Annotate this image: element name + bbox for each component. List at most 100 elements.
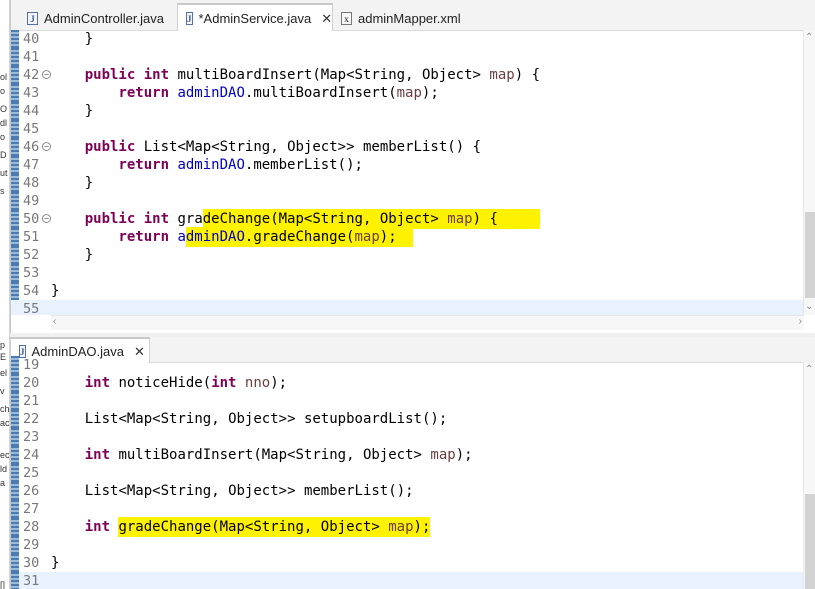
tab-label: *AdminService.java bbox=[198, 10, 312, 26]
line-number: 19 bbox=[23, 357, 40, 373]
left-strip-fragment: ch bbox=[0, 404, 10, 414]
code-text: public int gradeChange(Map<String, Objec… bbox=[84, 211, 498, 227]
code-line[interactable]: 20 int noticeHide(int nno); bbox=[11, 374, 804, 392]
close-icon[interactable]: ✕ bbox=[321, 12, 332, 25]
code-line[interactable]: 48 } bbox=[11, 174, 804, 192]
line-number: 41 bbox=[23, 49, 40, 65]
code-line[interactable]: 42− public int multiBoardInsert(Map<Stri… bbox=[11, 66, 804, 84]
line-number: 30 bbox=[23, 555, 40, 571]
line-number: 45 bbox=[23, 121, 40, 137]
code-text: public int multiBoardInsert(Map<String, … bbox=[84, 67, 541, 83]
vertical-scrollbar[interactable]: ⌃ ⌄ bbox=[803, 30, 815, 315]
code-text: int multiBoardInsert(Map<String, Object>… bbox=[84, 447, 473, 463]
left-strip-fragment: D bbox=[0, 150, 7, 160]
code-line[interactable]: 55 bbox=[11, 300, 804, 315]
line-number: 44 bbox=[23, 103, 40, 119]
line-number: 21 bbox=[23, 393, 40, 409]
left-strip-fragment: a bbox=[0, 478, 6, 488]
vertical-scrollbar[interactable]: ⌃ bbox=[803, 362, 815, 589]
line-number: 27 bbox=[23, 501, 40, 517]
code-line[interactable]: 53 bbox=[11, 264, 804, 282]
code-line[interactable]: 40 } bbox=[11, 30, 804, 48]
tab-admin-service[interactable]: J *AdminService.java ✕ bbox=[177, 3, 333, 31]
scrollbar-thumb[interactable] bbox=[805, 212, 815, 298]
code-line[interactable]: 52 } bbox=[11, 246, 804, 264]
code-line[interactable]: 54} bbox=[11, 282, 804, 300]
xml-file-icon: x bbox=[341, 11, 352, 25]
line-number: 51 bbox=[23, 229, 40, 245]
code-line[interactable]: 30} bbox=[11, 554, 804, 572]
code-line[interactable]: 19 bbox=[11, 356, 804, 374]
editor-top: J AdminController.java J *AdminService.j… bbox=[10, 0, 815, 333]
code-text: } bbox=[84, 31, 94, 47]
left-strip-fragment: ol bbox=[0, 72, 8, 82]
left-strip-fragment: el bbox=[0, 368, 8, 378]
horizontal-scrollbar[interactable]: ‹ › bbox=[51, 315, 804, 330]
java-file-icon: J bbox=[27, 11, 38, 25]
line-number: 26 bbox=[23, 483, 40, 499]
fold-toggle-icon[interactable]: − bbox=[42, 214, 51, 223]
code-text: List<Map<String, Object>> memberList(); bbox=[84, 483, 414, 499]
code-line[interactable]: 49 bbox=[11, 192, 804, 210]
code-text: return adminDAO.gradeChange(map); bbox=[118, 229, 397, 245]
fold-toggle-icon[interactable]: − bbox=[42, 142, 51, 151]
scroll-up-icon[interactable]: ⌃ bbox=[805, 364, 813, 376]
line-number: 40 bbox=[23, 31, 40, 47]
left-strip-fragment: o bbox=[0, 132, 6, 142]
line-number: 25 bbox=[23, 465, 40, 481]
code-line[interactable]: 50− public int gradeChange(Map<String, O… bbox=[11, 209, 804, 229]
line-number: 54 bbox=[23, 283, 40, 299]
code-line[interactable]: 28 int gradeChange(Map<String, Object> m… bbox=[11, 517, 804, 537]
left-strip-fragment: ut bbox=[0, 168, 8, 178]
left-strip-fragment: v bbox=[0, 386, 5, 396]
line-number: 28 bbox=[23, 519, 40, 535]
line-number: 47 bbox=[23, 157, 40, 173]
code-line[interactable]: 45 bbox=[11, 120, 804, 138]
left-strip-fragment: o bbox=[0, 86, 6, 96]
code-line[interactable]: 44 } bbox=[11, 102, 804, 120]
java-file-icon: J bbox=[186, 11, 193, 25]
code-line[interactable]: 51 return adminDAO.gradeChange(map); bbox=[11, 227, 804, 247]
scroll-left-icon[interactable]: ‹ bbox=[53, 316, 56, 328]
left-strip-fragment: ec bbox=[0, 450, 10, 460]
code-text: return adminDAO.multiBoardInsert(map); bbox=[118, 85, 439, 101]
code-line[interactable]: 24 int multiBoardInsert(Map<String, Obje… bbox=[11, 446, 804, 464]
code-line[interactable]: 27 bbox=[11, 500, 804, 518]
line-number: 31 bbox=[23, 573, 40, 589]
code-area[interactable]: 19 20 int noticeHide(int nno); 21 22 List<M… bbox=[11, 356, 804, 589]
editor-tab-bar: J AdminController.java J *AdminService.j… bbox=[11, 0, 815, 31]
left-strip-fragment: [] bbox=[0, 580, 6, 589]
code-line[interactable]: 41 bbox=[11, 48, 804, 66]
line-number: 48 bbox=[23, 175, 40, 191]
line-number: 24 bbox=[23, 447, 40, 463]
line-number: 22 bbox=[23, 411, 40, 427]
line-number: 49 bbox=[23, 193, 40, 209]
code-text: return adminDAO.memberList(); bbox=[118, 157, 363, 173]
code-line[interactable]: 31 bbox=[11, 572, 804, 589]
code-area[interactable]: 40 } 41 42− public int multiBoardInsert(Ma… bbox=[11, 30, 804, 315]
code-line[interactable]: 43 return adminDAO.multiBoardInsert(map)… bbox=[11, 84, 804, 102]
tab-admin-mapper[interactable]: x adminMapper.xml bbox=[333, 6, 483, 30]
tab-label: adminMapper.xml bbox=[358, 10, 461, 26]
code-text: } bbox=[84, 103, 94, 119]
scrollbar-thumb[interactable] bbox=[805, 494, 815, 589]
left-strip-fragment: p bbox=[0, 340, 6, 350]
code-text: } bbox=[51, 283, 60, 299]
scroll-right-icon[interactable]: › bbox=[799, 316, 802, 328]
tab-label: AdminController.java bbox=[44, 10, 164, 26]
code-line[interactable]: 25 bbox=[11, 464, 804, 482]
code-line[interactable]: 29 bbox=[11, 536, 804, 554]
scroll-down-icon[interactable]: ⌄ bbox=[805, 301, 813, 313]
code-line[interactable]: 21 bbox=[11, 392, 804, 410]
scroll-up-icon[interactable]: ⌃ bbox=[805, 32, 813, 44]
code-line[interactable]: 23 bbox=[11, 428, 804, 446]
code-line[interactable]: 26 List<Map<String, Object>> memberList(… bbox=[11, 482, 804, 500]
line-number: 43 bbox=[23, 85, 40, 101]
code-line[interactable]: 47 return adminDAO.memberList(); bbox=[11, 156, 804, 174]
line-number: 20 bbox=[23, 375, 40, 391]
tab-admin-controller[interactable]: J AdminController.java bbox=[19, 6, 177, 30]
code-text: } bbox=[51, 555, 60, 571]
fold-toggle-icon[interactable]: − bbox=[42, 70, 51, 79]
code-line[interactable]: 22 List<Map<String, Object>> setupboardL… bbox=[11, 410, 804, 428]
code-line[interactable]: 46− public List<Map<String, Object>> mem… bbox=[11, 138, 804, 156]
